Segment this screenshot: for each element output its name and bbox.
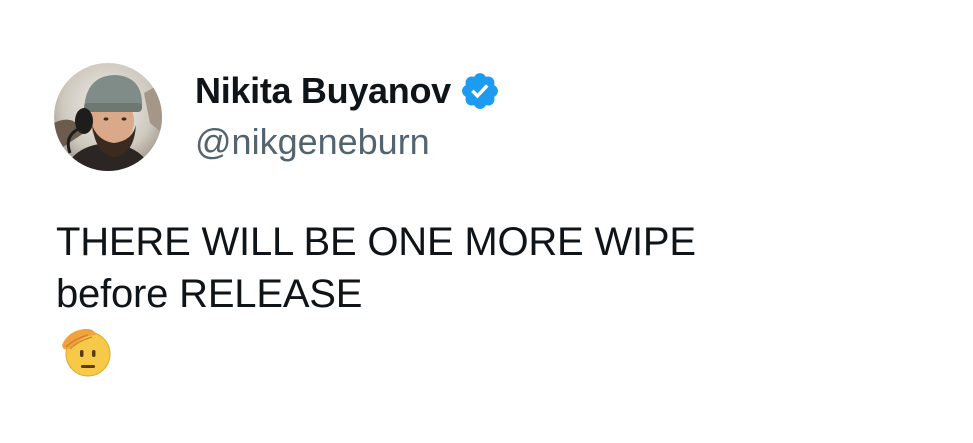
tweet-text-line: THERE WILL BE ONE MORE WIPE (56, 220, 696, 264)
saluting-face-emoji-icon (58, 323, 114, 379)
tweet-body: THERE WILL BE ONE MORE WIPE before RELEA… (56, 216, 936, 320)
verified-badge-icon (459, 70, 501, 112)
avatar-photo (54, 63, 162, 171)
author-display-name[interactable]: Nikita Buyanov (195, 70, 451, 112)
tweet-text-line: before RELEASE (56, 272, 363, 316)
author-avatar[interactable] (54, 63, 162, 171)
tweet-card: Nikita Buyanov @nikgeneburn THERE WILL B… (0, 0, 973, 443)
author-handle[interactable]: @nikgeneburn (195, 121, 430, 163)
author-name-row[interactable]: Nikita Buyanov (195, 66, 501, 116)
